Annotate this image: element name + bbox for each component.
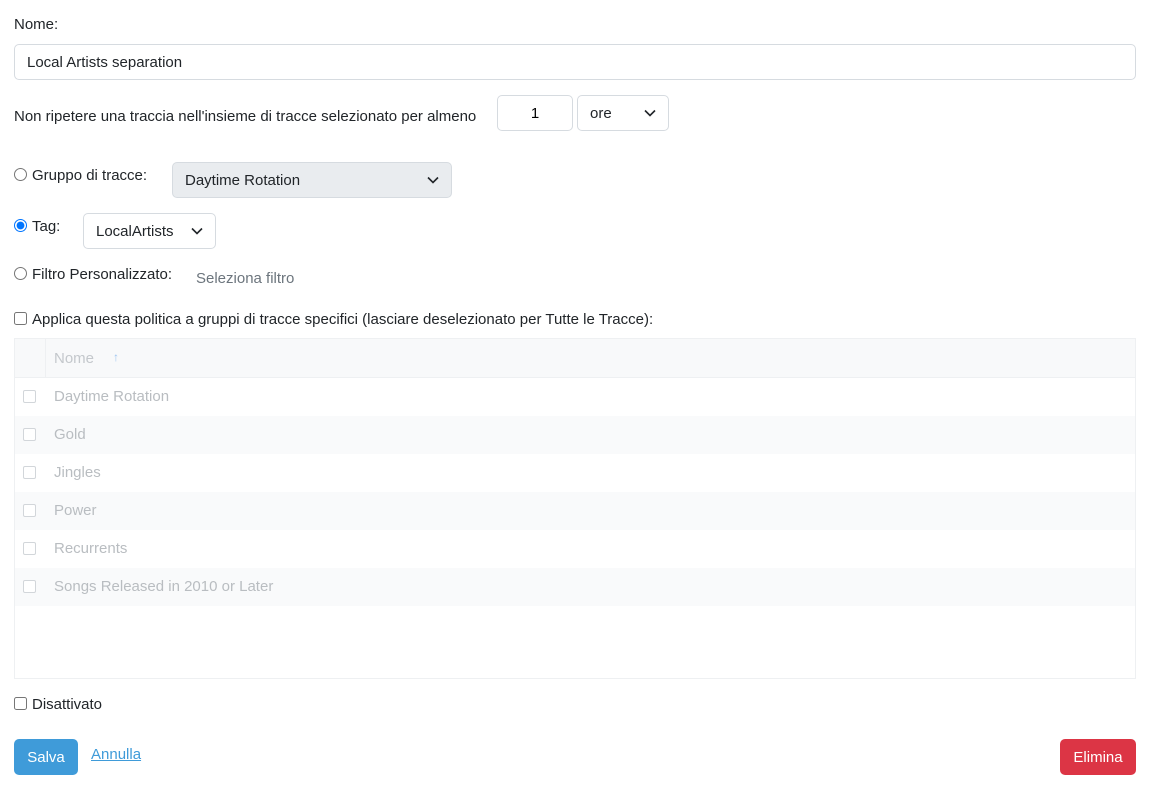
table-row[interactable]: Daytime Rotation xyxy=(15,378,1135,416)
table-row[interactable]: Songs Released in 2010 or Later xyxy=(15,568,1135,606)
row-checkbox[interactable] xyxy=(23,504,36,517)
table-row[interactable]: Power xyxy=(15,492,1135,530)
repeat-value-input[interactable] xyxy=(497,95,573,131)
row-checkbox[interactable] xyxy=(23,428,36,441)
filter-radio[interactable] xyxy=(14,267,27,280)
repeat-unit-value: ore xyxy=(590,104,612,122)
row-checkbox[interactable] xyxy=(23,466,36,479)
row-checkbox[interactable] xyxy=(23,542,36,555)
table-row[interactable]: Gold xyxy=(15,416,1135,454)
repeat-unit-select[interactable]: ore xyxy=(577,95,669,131)
row-name: Jingles xyxy=(54,464,101,481)
tag-select[interactable]: LocalArtists xyxy=(83,213,216,249)
name-input[interactable] xyxy=(14,44,1136,80)
tag-select-value: LocalArtists xyxy=(96,222,174,240)
row-checkbox[interactable] xyxy=(23,390,36,403)
filter-label: Filtro Personalizzato: xyxy=(32,266,173,283)
delete-button[interactable]: Elimina xyxy=(1060,739,1136,775)
apply-specific-label: Applica questa politica a gruppi di trac… xyxy=(32,311,654,328)
row-name: Power xyxy=(54,502,97,519)
tag-label: Tag: xyxy=(32,218,61,235)
disabled-checkbox[interactable] xyxy=(14,697,27,710)
table-row[interactable]: Jingles xyxy=(15,454,1135,492)
row-name: Songs Released in 2010 or Later xyxy=(54,578,274,595)
repeat-text: Non ripetere una traccia nell'insieme di… xyxy=(14,108,477,125)
column-header-name[interactable]: Nome xyxy=(54,350,94,367)
row-name: Gold xyxy=(54,426,86,443)
tag-radio[interactable] xyxy=(14,219,27,232)
cancel-link[interactable]: Annulla xyxy=(91,746,141,763)
apply-specific-checkbox[interactable] xyxy=(14,312,27,325)
group-radio[interactable] xyxy=(14,168,27,181)
disabled-label: Disattivato xyxy=(32,696,103,713)
track-groups-table: Nome ↑ Daytime Rotation Gold Jingles Pow… xyxy=(14,338,1136,679)
save-button[interactable]: Salva xyxy=(14,739,78,775)
table-header: Nome ↑ xyxy=(15,339,1135,378)
group-select-value: Daytime Rotation xyxy=(185,171,301,189)
group-label: Gruppo di tracce: xyxy=(32,167,148,184)
header-divider xyxy=(45,339,46,378)
chevron-down-icon xyxy=(644,109,656,117)
row-checkbox[interactable] xyxy=(23,580,36,593)
filter-select-link[interactable]: Seleziona filtro xyxy=(196,270,294,287)
row-name: Daytime Rotation xyxy=(54,388,170,405)
name-label: Nome: xyxy=(14,16,59,33)
chevron-down-icon xyxy=(427,176,439,184)
row-name: Recurrents xyxy=(54,540,128,557)
chevron-down-icon xyxy=(191,227,203,235)
group-select[interactable]: Daytime Rotation xyxy=(172,162,452,198)
table-row[interactable]: Recurrents xyxy=(15,530,1135,568)
arrow-up-icon[interactable]: ↑ xyxy=(113,350,119,364)
